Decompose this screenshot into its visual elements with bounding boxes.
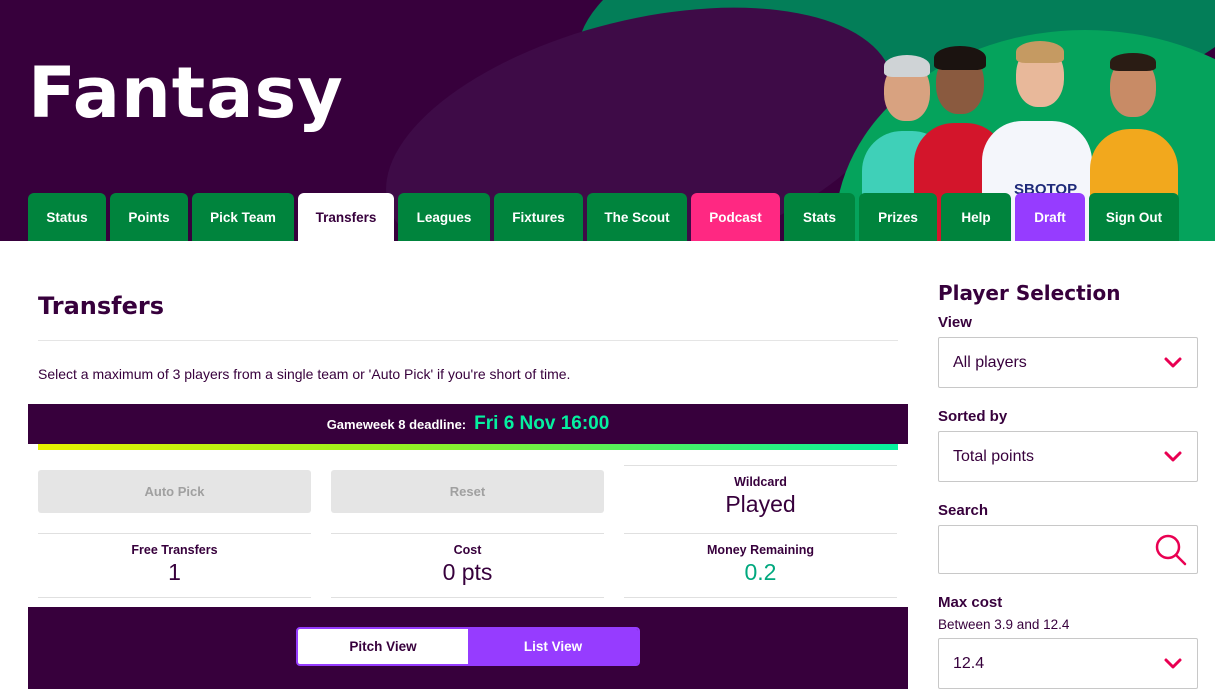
list-view-button[interactable]: List View <box>468 629 638 664</box>
deadline-value: Fri 6 Nov 16:00 <box>474 413 610 434</box>
tab-pick-team[interactable]: Pick Team <box>192 193 294 241</box>
sorted-by-label: Sorted by <box>938 408 1008 425</box>
player-search-input[interactable] <box>938 525 1198 574</box>
free-transfers-value: 1 <box>168 559 181 585</box>
money-remaining-value: 0.2 <box>744 559 777 585</box>
search-icon[interactable] <box>1154 533 1188 567</box>
fantasy-logo[interactable]: Fantasy <box>28 52 344 134</box>
tab-draft[interactable]: Draft <box>1015 193 1085 241</box>
sort-select[interactable]: Total points <box>938 431 1198 482</box>
view-select[interactable]: All players <box>938 337 1198 388</box>
cost-value: 0 pts <box>442 559 493 585</box>
deadline-label: Gameweek 8 deadline: <box>326 416 467 432</box>
divider <box>331 597 604 598</box>
pitch-view-button[interactable]: Pitch View <box>298 629 468 664</box>
max-cost-select-value: 12.4 <box>953 654 985 672</box>
site-header: Fantasy SBOTOP Status Points Pick Team T… <box>0 0 1215 241</box>
tab-stats[interactable]: Stats <box>784 193 855 241</box>
tab-help[interactable]: Help <box>941 193 1011 241</box>
deadline-bar: Gameweek 8 deadline: Fri 6 Nov 16:00 <box>28 404 908 444</box>
tab-the-scout[interactable]: The Scout <box>587 193 687 241</box>
main-nav: Status Points Pick Team Transfers League… <box>28 193 1179 241</box>
tab-points[interactable]: Points <box>110 193 188 241</box>
reset-button[interactable]: Reset <box>331 470 604 513</box>
tab-sign-out[interactable]: Sign Out <box>1089 193 1179 241</box>
auto-pick-button[interactable]: Auto Pick <box>38 470 311 513</box>
divider <box>38 533 311 534</box>
wildcard-label: Wildcard <box>734 475 787 489</box>
chevron-down-icon <box>1164 658 1182 669</box>
max-cost-select[interactable]: 12.4 <box>938 638 1198 689</box>
player-selection-title: Player Selection <box>938 281 1121 305</box>
tab-status[interactable]: Status <box>28 193 106 241</box>
divider <box>624 465 897 466</box>
search-label: Search <box>938 502 989 519</box>
view-toggle: Pitch View List View <box>296 627 640 666</box>
view-select-value: All players <box>953 353 1027 371</box>
money-remaining-stat: Money Remaining 0.2 <box>624 543 897 586</box>
tab-fixtures[interactable]: Fixtures <box>494 193 583 241</box>
max-cost-label: Max cost <box>938 594 1003 611</box>
page-title: Transfers <box>38 292 164 320</box>
cost-stat: Cost 0 pts <box>331 543 604 586</box>
divider <box>624 597 897 598</box>
transfers-intro-text: Select a maximum of 3 players from a sin… <box>38 366 571 382</box>
tab-transfers[interactable]: Transfers <box>298 193 394 241</box>
wildcard-stat: Wildcard Played <box>624 475 897 518</box>
money-remaining-label: Money Remaining <box>707 543 814 557</box>
divider <box>38 340 898 341</box>
chevron-down-icon <box>1164 357 1182 368</box>
tab-leagues[interactable]: Leagues <box>398 193 490 241</box>
free-transfers-stat: Free Transfers 1 <box>38 543 311 586</box>
chevron-down-icon <box>1164 451 1182 462</box>
view-label: View <box>938 314 972 331</box>
tab-prizes[interactable]: Prizes <box>859 193 937 241</box>
wildcard-value: Played <box>725 491 796 517</box>
divider <box>331 533 604 534</box>
free-transfers-label: Free Transfers <box>131 543 218 557</box>
cost-label: Cost <box>453 543 482 557</box>
divider <box>624 533 897 534</box>
divider <box>38 597 311 598</box>
deadline-gradient-strip <box>38 444 898 450</box>
max-cost-range: Between 3.9 and 12.4 <box>938 617 1070 632</box>
tab-podcast[interactable]: Podcast <box>691 193 780 241</box>
sort-select-value: Total points <box>953 447 1034 465</box>
